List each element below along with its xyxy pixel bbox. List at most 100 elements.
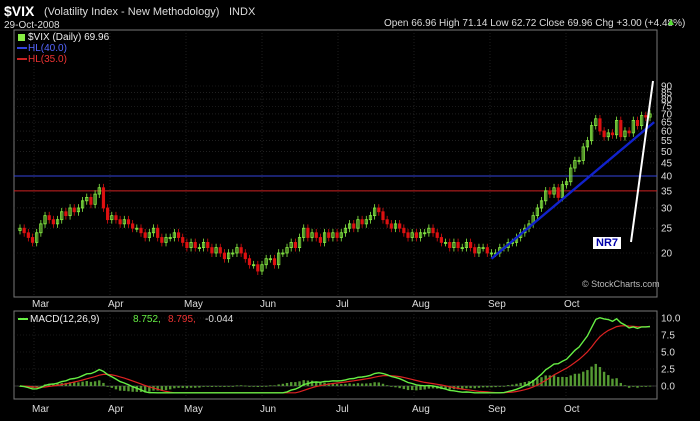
candle-body bbox=[598, 118, 602, 132]
macd-histogram-bar bbox=[494, 386, 497, 388]
macd-histogram-bar bbox=[252, 386, 255, 387]
month-label: Aug bbox=[412, 404, 430, 415]
candle-body bbox=[256, 264, 260, 272]
macd-histogram-bar bbox=[557, 376, 560, 386]
candle-body bbox=[106, 207, 110, 221]
macd-histogram-bar bbox=[173, 386, 176, 389]
macd-histogram-bar bbox=[285, 382, 289, 386]
macd-histogram-bar bbox=[594, 363, 597, 386]
macd-legend-name: MACD(12,26,9) bbox=[30, 314, 100, 325]
candle-body bbox=[156, 227, 160, 238]
macd-histogram-bar bbox=[490, 386, 493, 388]
macd-histogram-bar bbox=[377, 382, 381, 386]
candle-body bbox=[360, 219, 364, 225]
macd-histogram-bar bbox=[486, 386, 489, 388]
macd-histogram-bar bbox=[590, 366, 593, 386]
candle-body bbox=[101, 187, 106, 209]
macd-histogram-bar bbox=[465, 386, 468, 389]
candle-body bbox=[456, 242, 460, 248]
candle-body bbox=[89, 196, 93, 205]
macd-histogram-bar bbox=[469, 386, 472, 389]
candle-body bbox=[627, 130, 631, 134]
macd-histogram-bar bbox=[406, 386, 410, 391]
candle-body bbox=[22, 227, 26, 234]
macd-histogram-bar bbox=[219, 386, 222, 387]
candle-body bbox=[377, 207, 381, 213]
month-label: Aug bbox=[412, 299, 430, 310]
macd-histogram-bar bbox=[602, 371, 606, 386]
macd-histogram-bar bbox=[369, 383, 372, 386]
candle-body bbox=[72, 207, 76, 213]
macd-histogram-bar bbox=[632, 386, 635, 387]
month-label: Jul bbox=[336, 404, 349, 415]
candle-body bbox=[602, 130, 606, 138]
macd-histogram-bar bbox=[348, 383, 351, 386]
macd-histogram-bar bbox=[98, 380, 101, 386]
macd-histogram-bar bbox=[385, 385, 389, 387]
candle-body bbox=[619, 120, 623, 138]
macd-histogram-bar bbox=[352, 383, 355, 386]
price-tick-label: 90 bbox=[661, 82, 673, 93]
macd-histogram-bar bbox=[344, 383, 347, 386]
ohlc-readout: Open 66.96 High 71.14 Low 62.72 Close 69… bbox=[384, 18, 686, 29]
macd-histogram-bar bbox=[481, 386, 485, 388]
candle-body bbox=[556, 187, 560, 198]
macd-histogram-bar bbox=[89, 381, 93, 386]
month-label: Jul bbox=[336, 299, 349, 310]
macd-histogram-bar bbox=[607, 375, 610, 386]
macd-histogram-bar bbox=[586, 370, 589, 386]
candle-body bbox=[435, 232, 439, 238]
macd-histogram-bar bbox=[356, 383, 360, 386]
macd-histogram-bar bbox=[423, 386, 426, 390]
macd-histogram-bar bbox=[340, 384, 343, 386]
candle-body bbox=[448, 242, 452, 248]
macd-histogram-bar bbox=[427, 386, 431, 389]
nr7-annotation: NR7 bbox=[593, 237, 622, 249]
exchange-label: INDX bbox=[229, 6, 256, 18]
macd-histogram-bar bbox=[206, 386, 209, 387]
candle-body bbox=[160, 237, 164, 243]
candle-body bbox=[473, 247, 477, 254]
price-tick-label: 45 bbox=[661, 158, 673, 169]
candle-body bbox=[51, 219, 55, 225]
macd-histogram-bar bbox=[85, 381, 88, 386]
macd-legend-v3: -0.044 bbox=[205, 314, 234, 325]
candle-body bbox=[548, 190, 552, 195]
candle-body bbox=[272, 258, 277, 266]
macd-line bbox=[19, 316, 651, 394]
price-tick-label: 40 bbox=[661, 172, 673, 183]
macd-histogram-bar bbox=[298, 381, 301, 386]
candle-body bbox=[206, 242, 210, 248]
candle-body bbox=[635, 120, 640, 127]
price-tick-label: 55 bbox=[661, 136, 673, 147]
macd-histogram-bar bbox=[582, 371, 585, 386]
macd-histogram-bar bbox=[381, 383, 385, 386]
candle-body bbox=[352, 223, 356, 229]
price-tick-label: 20 bbox=[661, 249, 673, 260]
price-panel-frame bbox=[13, 29, 658, 298]
macd-histogram-bar bbox=[335, 384, 339, 386]
macd-histogram-bar bbox=[402, 386, 406, 390]
macd-histogram-bar bbox=[181, 386, 184, 388]
candle-body bbox=[389, 223, 393, 229]
legend-price-swatch bbox=[18, 34, 25, 41]
macd-histogram-bar bbox=[619, 382, 622, 386]
up-arrow-icon: ▲ bbox=[666, 17, 676, 28]
macd-tick-label: 5.0 bbox=[661, 348, 675, 359]
macd-histogram-bar bbox=[373, 382, 376, 386]
candle-body bbox=[30, 237, 35, 243]
macd-histogram-bar bbox=[114, 386, 118, 390]
macd-histogram-bar bbox=[239, 385, 243, 387]
candle-body bbox=[327, 232, 331, 238]
macd-histogram-bar bbox=[552, 375, 556, 386]
macd-histogram-bar bbox=[210, 386, 214, 387]
chart-root: 20 25 30 35 40 45 50 55 60 65 70 75 80 85 90 Mar Mar Apr A… bbox=[0, 0, 700, 421]
macd-histogram-bar bbox=[415, 386, 418, 391]
legend-price: $VIX (Daily) 69.96 bbox=[28, 32, 110, 43]
candle-body bbox=[26, 232, 30, 238]
macd-signal-line bbox=[19, 325, 651, 394]
candle-body bbox=[47, 215, 51, 221]
macd-histogram-bar bbox=[194, 386, 197, 388]
month-label: Sep bbox=[488, 404, 506, 415]
candle-body bbox=[439, 237, 443, 243]
